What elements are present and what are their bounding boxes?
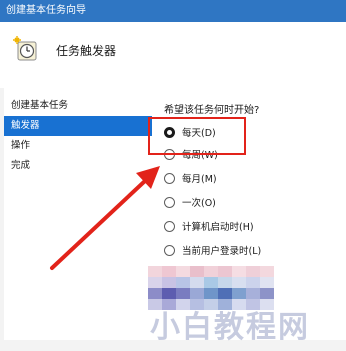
- wizard-header: 任务触发器: [0, 22, 346, 88]
- radio-button[interactable]: [164, 221, 175, 232]
- radio-computer-start[interactable]: 计算机启动时(H): [162, 218, 322, 236]
- radio-label: 计算机启动时(H): [182, 222, 254, 233]
- step-label: 触发器: [11, 120, 40, 131]
- step-create-basic-task[interactable]: 创建基本任务: [4, 96, 152, 116]
- radio-user-logon[interactable]: 当前用户登录时(L): [162, 242, 322, 260]
- highlight-box: [148, 117, 246, 155]
- radio-label: 每月(M): [182, 174, 217, 185]
- page-title: 任务触发器: [56, 44, 117, 58]
- step-label: 创建基本任务: [11, 100, 69, 111]
- step-finish[interactable]: 完成: [4, 156, 152, 176]
- trigger-prompt: 希望该任务何时开始?: [164, 105, 260, 116]
- step-label: 完成: [11, 160, 31, 171]
- radio-once[interactable]: 一次(O): [162, 194, 322, 212]
- step-action[interactable]: 操作: [4, 136, 152, 156]
- pixelated-overlay: [148, 266, 288, 310]
- radio-label: 一次(O): [182, 198, 216, 209]
- radio-label: 当前用户登录时(L): [182, 246, 262, 257]
- wizard-step-list: 创建基本任务 触发器 操作 完成: [4, 96, 152, 176]
- window-title: 创建基本任务向导: [6, 5, 86, 16]
- step-trigger[interactable]: 触发器: [4, 116, 152, 136]
- watermark: 小白教程网: [150, 310, 310, 345]
- radio-button[interactable]: [164, 173, 175, 184]
- radio-button[interactable]: [164, 245, 175, 256]
- radio-monthly[interactable]: 每月(M): [162, 170, 322, 188]
- radio-button[interactable]: [164, 197, 175, 208]
- step-label: 操作: [11, 140, 31, 151]
- window-titlebar: 创建基本任务向导: [0, 0, 346, 22]
- clock-task-icon: [13, 36, 37, 61]
